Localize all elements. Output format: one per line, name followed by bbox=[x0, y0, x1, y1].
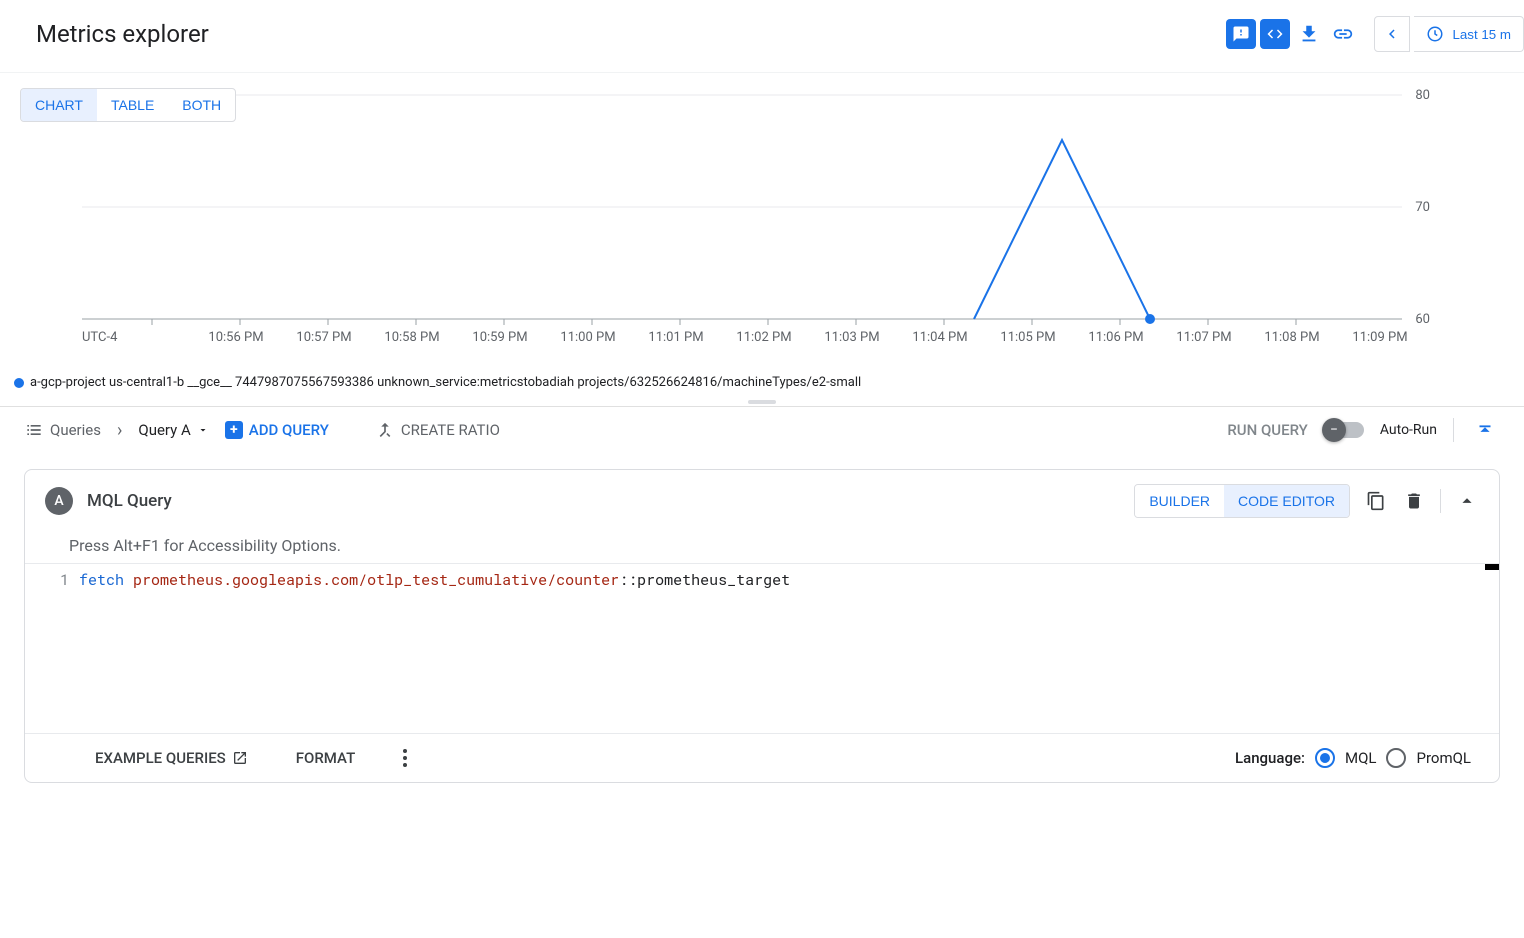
svg-text:UTC-4: UTC-4 bbox=[82, 330, 118, 345]
svg-text:70: 70 bbox=[1415, 200, 1430, 215]
language-selector: Language: MQL PromQL bbox=[1235, 748, 1471, 768]
timerange-selector[interactable]: Last 15 m bbox=[1414, 16, 1524, 52]
list-icon bbox=[24, 420, 44, 440]
svg-text:11:02 PM: 11:02 PM bbox=[736, 330, 791, 345]
page-header: Metrics explorer Last 15 m bbox=[0, 0, 1524, 73]
chart-legend[interactable]: a-gcp-project us-central1-b __gce__ 7447… bbox=[0, 373, 1524, 398]
panel-footer-left: EXAMPLE QUERIES FORMAT bbox=[95, 749, 407, 767]
panel-header: A MQL Query BUILDER CODE EDITOR bbox=[25, 470, 1499, 532]
svg-text:10:59 PM: 10:59 PM bbox=[472, 330, 527, 345]
divider bbox=[1440, 489, 1441, 513]
page-title: Metrics explorer bbox=[36, 20, 209, 48]
panel-header-right: BUILDER CODE EDITOR bbox=[1134, 484, 1479, 518]
code-editor-tab[interactable]: CODE EDITOR bbox=[1224, 485, 1349, 517]
queries-breadcrumb[interactable]: Queries bbox=[24, 420, 101, 440]
svg-text:10:56 PM: 10:56 PM bbox=[208, 330, 263, 345]
example-queries-button[interactable]: EXAMPLE QUERIES bbox=[95, 749, 248, 767]
svg-text:11:00 PM: 11:00 PM bbox=[560, 330, 615, 345]
scroll-indicator bbox=[1485, 564, 1499, 570]
svg-text:11:06 PM: 11:06 PM bbox=[1088, 330, 1143, 345]
tab-chart[interactable]: CHART bbox=[21, 89, 97, 121]
panel-title: MQL Query bbox=[87, 491, 172, 511]
external-link-icon bbox=[232, 750, 248, 766]
panel-header-left: A MQL Query bbox=[45, 487, 172, 515]
toggle-knob: − bbox=[1322, 418, 1346, 442]
add-query-button[interactable]: + ADD QUERY bbox=[225, 421, 329, 439]
svg-text:11:05 PM: 11:05 PM bbox=[1000, 330, 1055, 345]
code-line[interactable]: fetch prometheus.googleapis.com/otlp_tes… bbox=[79, 564, 1499, 733]
svg-text:11:09 PM: 11:09 PM bbox=[1352, 330, 1407, 345]
plus-icon: + bbox=[225, 421, 243, 439]
chevron-right-icon: › bbox=[117, 420, 122, 441]
auto-run-toggle[interactable]: − bbox=[1324, 422, 1364, 438]
radio-promql[interactable] bbox=[1386, 748, 1406, 768]
svg-text:11:08 PM: 11:08 PM bbox=[1264, 330, 1319, 345]
download-icon[interactable] bbox=[1294, 19, 1324, 49]
code-icon[interactable] bbox=[1260, 19, 1290, 49]
current-query-dropdown[interactable]: Query A bbox=[138, 421, 208, 439]
svg-text:10:58 PM: 10:58 PM bbox=[384, 330, 439, 345]
query-bar: Queries › Query A + ADD QUERY CREATE RAT… bbox=[0, 406, 1524, 453]
collapse-panel-icon[interactable] bbox=[1455, 489, 1479, 513]
feedback-icon[interactable] bbox=[1226, 19, 1256, 49]
prev-timerange-button[interactable] bbox=[1374, 16, 1410, 52]
chart-svg[interactable]: 80 70 60 UTC-4 10:56 PM 10:57 PM 10:58 P… bbox=[14, 73, 1510, 353]
link-icon[interactable] bbox=[1328, 19, 1358, 49]
tab-both[interactable]: BOTH bbox=[168, 89, 235, 121]
caret-down-icon bbox=[197, 424, 209, 436]
legend-dot-icon bbox=[14, 378, 24, 388]
delete-icon[interactable] bbox=[1402, 489, 1426, 513]
query-panel: A MQL Query BUILDER CODE EDITOR Press Al… bbox=[24, 469, 1500, 783]
code-editor[interactable]: 1 fetch prometheus.googleapis.com/otlp_t… bbox=[25, 563, 1499, 733]
query-badge: A bbox=[45, 487, 73, 515]
header-actions: Last 15 m bbox=[1226, 16, 1524, 52]
legend-text: a-gcp-project us-central1-b __gce__ 7447… bbox=[30, 375, 861, 390]
drag-handle[interactable] bbox=[0, 398, 1524, 406]
language-label: Language: bbox=[1235, 749, 1305, 767]
timerange-label: Last 15 m bbox=[1452, 27, 1511, 42]
view-tabs: CHART TABLE BOTH bbox=[20, 88, 236, 122]
clock-icon bbox=[1426, 25, 1444, 43]
svg-text:11:03 PM: 11:03 PM bbox=[824, 330, 879, 345]
create-ratio-button[interactable]: CREATE RATIO bbox=[375, 420, 500, 440]
panel-footer: EXAMPLE QUERIES FORMAT Language: MQL Pro… bbox=[25, 733, 1499, 782]
dots-vertical-icon bbox=[403, 749, 407, 767]
builder-tab[interactable]: BUILDER bbox=[1135, 485, 1224, 517]
query-bar-left: Queries › Query A + ADD QUERY CREATE RAT… bbox=[24, 420, 500, 441]
format-button[interactable]: FORMAT bbox=[296, 749, 355, 767]
code-suffix: ::prometheus_target bbox=[619, 570, 790, 590]
code-keyword: fetch bbox=[79, 570, 124, 590]
copy-icon[interactable] bbox=[1364, 489, 1388, 513]
more-options-button[interactable] bbox=[403, 749, 407, 767]
query-bar-right: RUN QUERY − Auto-Run bbox=[1227, 415, 1500, 445]
svg-text:80: 80 bbox=[1415, 88, 1430, 103]
auto-run-label: Auto-Run bbox=[1380, 422, 1437, 438]
collapse-all-icon[interactable] bbox=[1470, 415, 1500, 445]
run-query-button[interactable]: RUN QUERY bbox=[1227, 421, 1308, 439]
svg-text:11:07 PM: 11:07 PM bbox=[1176, 330, 1231, 345]
svg-text:11:04 PM: 11:04 PM bbox=[912, 330, 967, 345]
mql-label: MQL bbox=[1345, 749, 1377, 767]
accessibility-hint: Press Alt+F1 for Accessibility Options. bbox=[25, 532, 1499, 563]
promql-label: PromQL bbox=[1416, 749, 1471, 767]
tab-table[interactable]: TABLE bbox=[97, 89, 168, 121]
svg-text:11:01 PM: 11:01 PM bbox=[648, 330, 703, 345]
svg-text:60: 60 bbox=[1415, 312, 1430, 327]
radio-mql[interactable] bbox=[1315, 748, 1335, 768]
svg-text:10:57 PM: 10:57 PM bbox=[296, 330, 351, 345]
merge-icon bbox=[375, 420, 395, 440]
line-gutter: 1 bbox=[25, 564, 79, 733]
divider bbox=[1453, 418, 1454, 442]
editor-mode-toggle: BUILDER CODE EDITOR bbox=[1134, 484, 1350, 518]
code-path: prometheus.googleapis.com/otlp_test_cumu… bbox=[133, 570, 619, 590]
